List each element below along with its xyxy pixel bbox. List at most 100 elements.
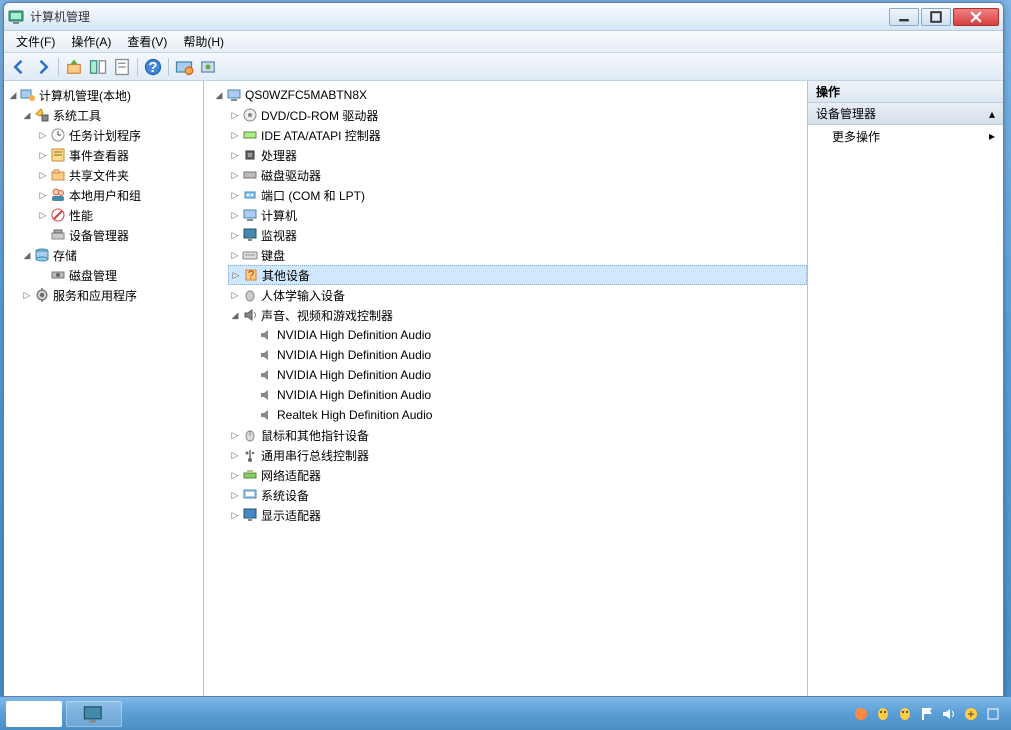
menu-file[interactable]: 文件(F) bbox=[8, 31, 63, 52]
device-network[interactable]: ▷网络适配器 bbox=[228, 465, 807, 485]
up-button[interactable] bbox=[63, 56, 85, 78]
menu-view[interactable]: 查看(V) bbox=[119, 31, 175, 52]
collapse-icon[interactable]: ◢ bbox=[6, 88, 20, 102]
tray-icon-3[interactable] bbox=[897, 706, 913, 722]
expand-icon[interactable]: ▷ bbox=[228, 188, 242, 202]
actions-section-device-manager[interactable]: 设备管理器 ▴ bbox=[808, 103, 1003, 125]
device-dvd[interactable]: ▷DVD/CD-ROM 驱动器 bbox=[228, 105, 807, 125]
collapse-icon[interactable]: ◢ bbox=[228, 308, 242, 322]
mouse-icon bbox=[242, 427, 258, 443]
storage-icon bbox=[34, 247, 50, 263]
scan-hardware-button[interactable] bbox=[173, 56, 195, 78]
expand-icon[interactable]: ▷ bbox=[36, 168, 50, 182]
device-ide[interactable]: ▷IDE ATA/ATAPI 控制器 bbox=[228, 125, 807, 145]
device-cpu[interactable]: ▷处理器 bbox=[228, 145, 807, 165]
tree-storage[interactable]: ◢ 存储 bbox=[20, 245, 203, 265]
expand-icon[interactable]: ▷ bbox=[228, 288, 242, 302]
hid-icon bbox=[242, 287, 258, 303]
sound-icon bbox=[258, 327, 274, 343]
expand-icon[interactable]: ▷ bbox=[228, 108, 242, 122]
scan-refresh-button[interactable] bbox=[197, 56, 219, 78]
expand-icon[interactable]: ▷ bbox=[228, 248, 242, 262]
taskbar[interactable]: + bbox=[0, 697, 1011, 730]
properties-button[interactable] bbox=[111, 56, 133, 78]
device-sound-nvidia-1[interactable]: NVIDIA High Definition Audio bbox=[244, 325, 807, 345]
sound-icon bbox=[258, 367, 274, 383]
menu-help[interactable]: 帮助(H) bbox=[175, 31, 232, 52]
show-hide-tree-button[interactable] bbox=[87, 56, 109, 78]
tree-disk-management[interactable]: 磁盘管理 bbox=[36, 265, 203, 285]
expand-icon[interactable]: ▷ bbox=[20, 288, 34, 302]
expand-icon[interactable]: ▷ bbox=[228, 208, 242, 222]
computer-mgmt-icon bbox=[20, 87, 36, 103]
collapse-icon[interactable]: ◢ bbox=[212, 88, 226, 102]
expand-icon[interactable]: ▷ bbox=[228, 488, 242, 502]
tree-system-tools[interactable]: ◢ 系统工具 bbox=[20, 105, 203, 125]
actions-more-actions[interactable]: 更多操作 ▸ bbox=[808, 125, 1003, 147]
sound-icon bbox=[258, 407, 274, 423]
device-mouse[interactable]: ▷鼠标和其他指针设备 bbox=[228, 425, 807, 445]
tray-icon-1[interactable] bbox=[853, 706, 869, 722]
device-sound-nvidia-3[interactable]: NVIDIA High Definition Audio bbox=[244, 365, 807, 385]
tree-services-apps[interactable]: ▷服务和应用程序 bbox=[20, 285, 203, 305]
toolbar: ? bbox=[4, 53, 1003, 81]
tree-root-computer-mgmt[interactable]: ◢ 计算机管理(本地) bbox=[4, 85, 203, 105]
device-hid[interactable]: ▷人体学输入设备 bbox=[228, 285, 807, 305]
collapse-icon[interactable]: ◢ bbox=[20, 108, 34, 122]
device-sound-realtek[interactable]: Realtek High Definition Audio bbox=[244, 405, 807, 425]
taskbar-item-2[interactable] bbox=[66, 701, 122, 727]
device-ports[interactable]: ▷端口 (COM 和 LPT) bbox=[228, 185, 807, 205]
tree-device-manager[interactable]: 设备管理器 bbox=[36, 225, 203, 245]
tray-icon-5[interactable]: + bbox=[963, 706, 979, 722]
collapse-icon[interactable]: ◢ bbox=[20, 248, 34, 262]
ide-icon bbox=[242, 127, 258, 143]
close-button[interactable] bbox=[953, 8, 999, 26]
taskbar-item-1[interactable] bbox=[6, 701, 62, 727]
device-tree-pane[interactable]: ◢ QS0WZFC5MABTN8X ▷DVD/CD-ROM 驱动器 ▷IDE A… bbox=[204, 81, 808, 696]
device-display[interactable]: ▷显示适配器 bbox=[228, 505, 807, 525]
device-sound[interactable]: ◢声音、视频和游戏控制器 bbox=[228, 305, 807, 325]
tree-task-scheduler[interactable]: ▷任务计划程序 bbox=[36, 125, 203, 145]
device-system[interactable]: ▷系统设备 bbox=[228, 485, 807, 505]
expand-icon[interactable]: ▷ bbox=[228, 228, 242, 242]
expand-icon[interactable]: ▷ bbox=[228, 468, 242, 482]
monitor-icon bbox=[242, 227, 258, 243]
expand-icon[interactable]: ▷ bbox=[228, 428, 242, 442]
services-icon bbox=[34, 287, 50, 303]
tray-icon-2[interactable] bbox=[875, 706, 891, 722]
expand-icon[interactable]: ▷ bbox=[229, 268, 243, 282]
console-tree-pane[interactable]: ◢ 计算机管理(本地) ◢ 系统工具 ▷任务计划程序 bbox=[4, 81, 204, 696]
expand-icon[interactable]: ▷ bbox=[228, 508, 242, 522]
help-button[interactable]: ? bbox=[142, 56, 164, 78]
menu-action[interactable]: 操作(A) bbox=[63, 31, 119, 52]
device-other[interactable]: ▷?其他设备 bbox=[228, 265, 807, 285]
expand-icon[interactable]: ▷ bbox=[228, 148, 242, 162]
tree-performance[interactable]: ▷性能 bbox=[36, 205, 203, 225]
tree-local-users[interactable]: ▷本地用户和组 bbox=[36, 185, 203, 205]
expand-icon[interactable]: ▷ bbox=[36, 188, 50, 202]
expand-icon[interactable]: ▷ bbox=[228, 448, 242, 462]
tree-shared-folders[interactable]: ▷共享文件夹 bbox=[36, 165, 203, 185]
maximize-button[interactable] bbox=[921, 8, 951, 26]
tray-icon-flag[interactable] bbox=[919, 706, 935, 722]
minimize-button[interactable] bbox=[889, 8, 919, 26]
titlebar[interactable]: 计算机管理 bbox=[4, 3, 1003, 31]
device-keyboard[interactable]: ▷键盘 bbox=[228, 245, 807, 265]
tree-event-viewer[interactable]: ▷事件查看器 bbox=[36, 145, 203, 165]
expand-icon[interactable]: ▷ bbox=[36, 208, 50, 222]
forward-button[interactable] bbox=[32, 56, 54, 78]
device-usb[interactable]: ▷通用串行总线控制器 bbox=[228, 445, 807, 465]
expand-icon[interactable]: ▷ bbox=[228, 168, 242, 182]
expand-icon[interactable]: ▷ bbox=[228, 128, 242, 142]
device-computer[interactable]: ▷计算机 bbox=[228, 205, 807, 225]
expand-icon[interactable]: ▷ bbox=[36, 148, 50, 162]
tray-icon-6[interactable] bbox=[985, 706, 1001, 722]
tray-icon-volume[interactable] bbox=[941, 706, 957, 722]
expand-icon[interactable]: ▷ bbox=[36, 128, 50, 142]
device-sound-nvidia-2[interactable]: NVIDIA High Definition Audio bbox=[244, 345, 807, 365]
device-sound-nvidia-4[interactable]: NVIDIA High Definition Audio bbox=[244, 385, 807, 405]
device-diskdrive[interactable]: ▷磁盘驱动器 bbox=[228, 165, 807, 185]
device-monitor[interactable]: ▷监视器 bbox=[228, 225, 807, 245]
device-root[interactable]: ◢ QS0WZFC5MABTN8X bbox=[212, 85, 807, 105]
back-button[interactable] bbox=[8, 56, 30, 78]
